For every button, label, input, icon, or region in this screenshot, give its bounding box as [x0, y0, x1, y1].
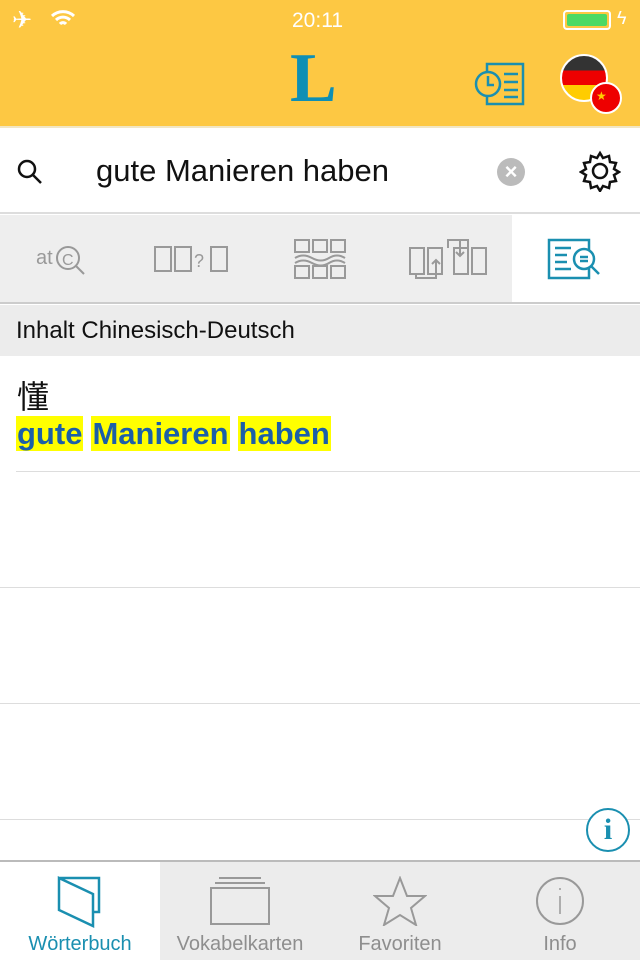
tabbar-label: Wörterbuch	[28, 933, 132, 955]
charging-icon: ϟ	[617, 8, 627, 28]
tab-translate-direction[interactable]	[384, 215, 512, 302]
flashcards-icon	[210, 877, 270, 925]
tab-fuzzy-search[interactable]	[256, 215, 384, 302]
divider	[16, 471, 640, 472]
divider	[0, 703, 640, 704]
highlighted-word: haben	[237, 416, 331, 451]
tab-spelling-search[interactable]: at C	[0, 215, 128, 302]
info-button[interactable]: i	[586, 808, 630, 852]
clock: 20:11	[292, 9, 343, 32]
tabbar-item-vokabelkarten[interactable]: Vokabelkarten	[160, 862, 320, 960]
airplane-icon: ✈	[12, 7, 33, 34]
svg-text:C: C	[62, 252, 74, 269]
wifi-icon	[50, 10, 76, 26]
history-icon[interactable]	[474, 62, 526, 106]
battery-icon	[563, 10, 611, 30]
search-mode-tabs: at C ?	[0, 215, 640, 304]
language-switch-button[interactable]: ★	[560, 54, 622, 114]
translate-direction-icon	[409, 238, 487, 279]
search-input[interactable]	[96, 148, 486, 194]
logo: L	[290, 40, 337, 117]
divider	[0, 587, 640, 588]
clear-search-button[interactable]: ×	[497, 158, 525, 186]
svg-text:?: ?	[194, 251, 204, 271]
tabbar-label: Vokabelkarten	[176, 933, 304, 955]
info-icon	[536, 877, 584, 925]
result-row[interactable]: 懂 gute Manieren haben	[0, 356, 640, 472]
tab-wildcard-search[interactable]: ?	[128, 215, 256, 302]
wildcard-search-icon: ?	[154, 245, 228, 272]
spelling-search-icon: at C	[36, 245, 85, 275]
tabbar-item-woerterbuch[interactable]: Wörterbuch	[0, 862, 160, 960]
tab-fulltext-search[interactable]	[512, 215, 640, 302]
highlighted-word: Manieren	[91, 416, 230, 451]
tab-bar: Wörterbuch Vokabelkarten Favoriten Info	[0, 860, 640, 960]
tabbar-label: Favoriten	[358, 933, 442, 955]
search-icon	[17, 159, 42, 184]
tabbar-item-info[interactable]: Info	[480, 862, 640, 960]
header: ✈ 20:11 ϟ L ★	[0, 0, 640, 128]
tabbar-item-favoriten[interactable]: Favoriten	[320, 862, 480, 960]
fulltext-search-icon	[547, 238, 600, 279]
divider	[0, 819, 640, 820]
svg-text:at: at	[36, 247, 53, 269]
highlighted-word: gute	[16, 416, 84, 451]
status-bar: ✈ 20:11 ϟ	[0, 0, 640, 40]
chinese-flag-icon: ★	[590, 82, 622, 114]
fuzzy-search-icon	[294, 238, 346, 279]
headword: 懂	[17, 379, 50, 415]
settings-gear-icon[interactable]	[579, 150, 621, 192]
star-icon	[373, 876, 427, 926]
tabbar-label: Info	[543, 933, 577, 955]
section-header: Inhalt Chinesisch-Deutsch	[0, 305, 640, 356]
search-bar: ×	[0, 128, 640, 214]
book-icon	[57, 876, 101, 928]
